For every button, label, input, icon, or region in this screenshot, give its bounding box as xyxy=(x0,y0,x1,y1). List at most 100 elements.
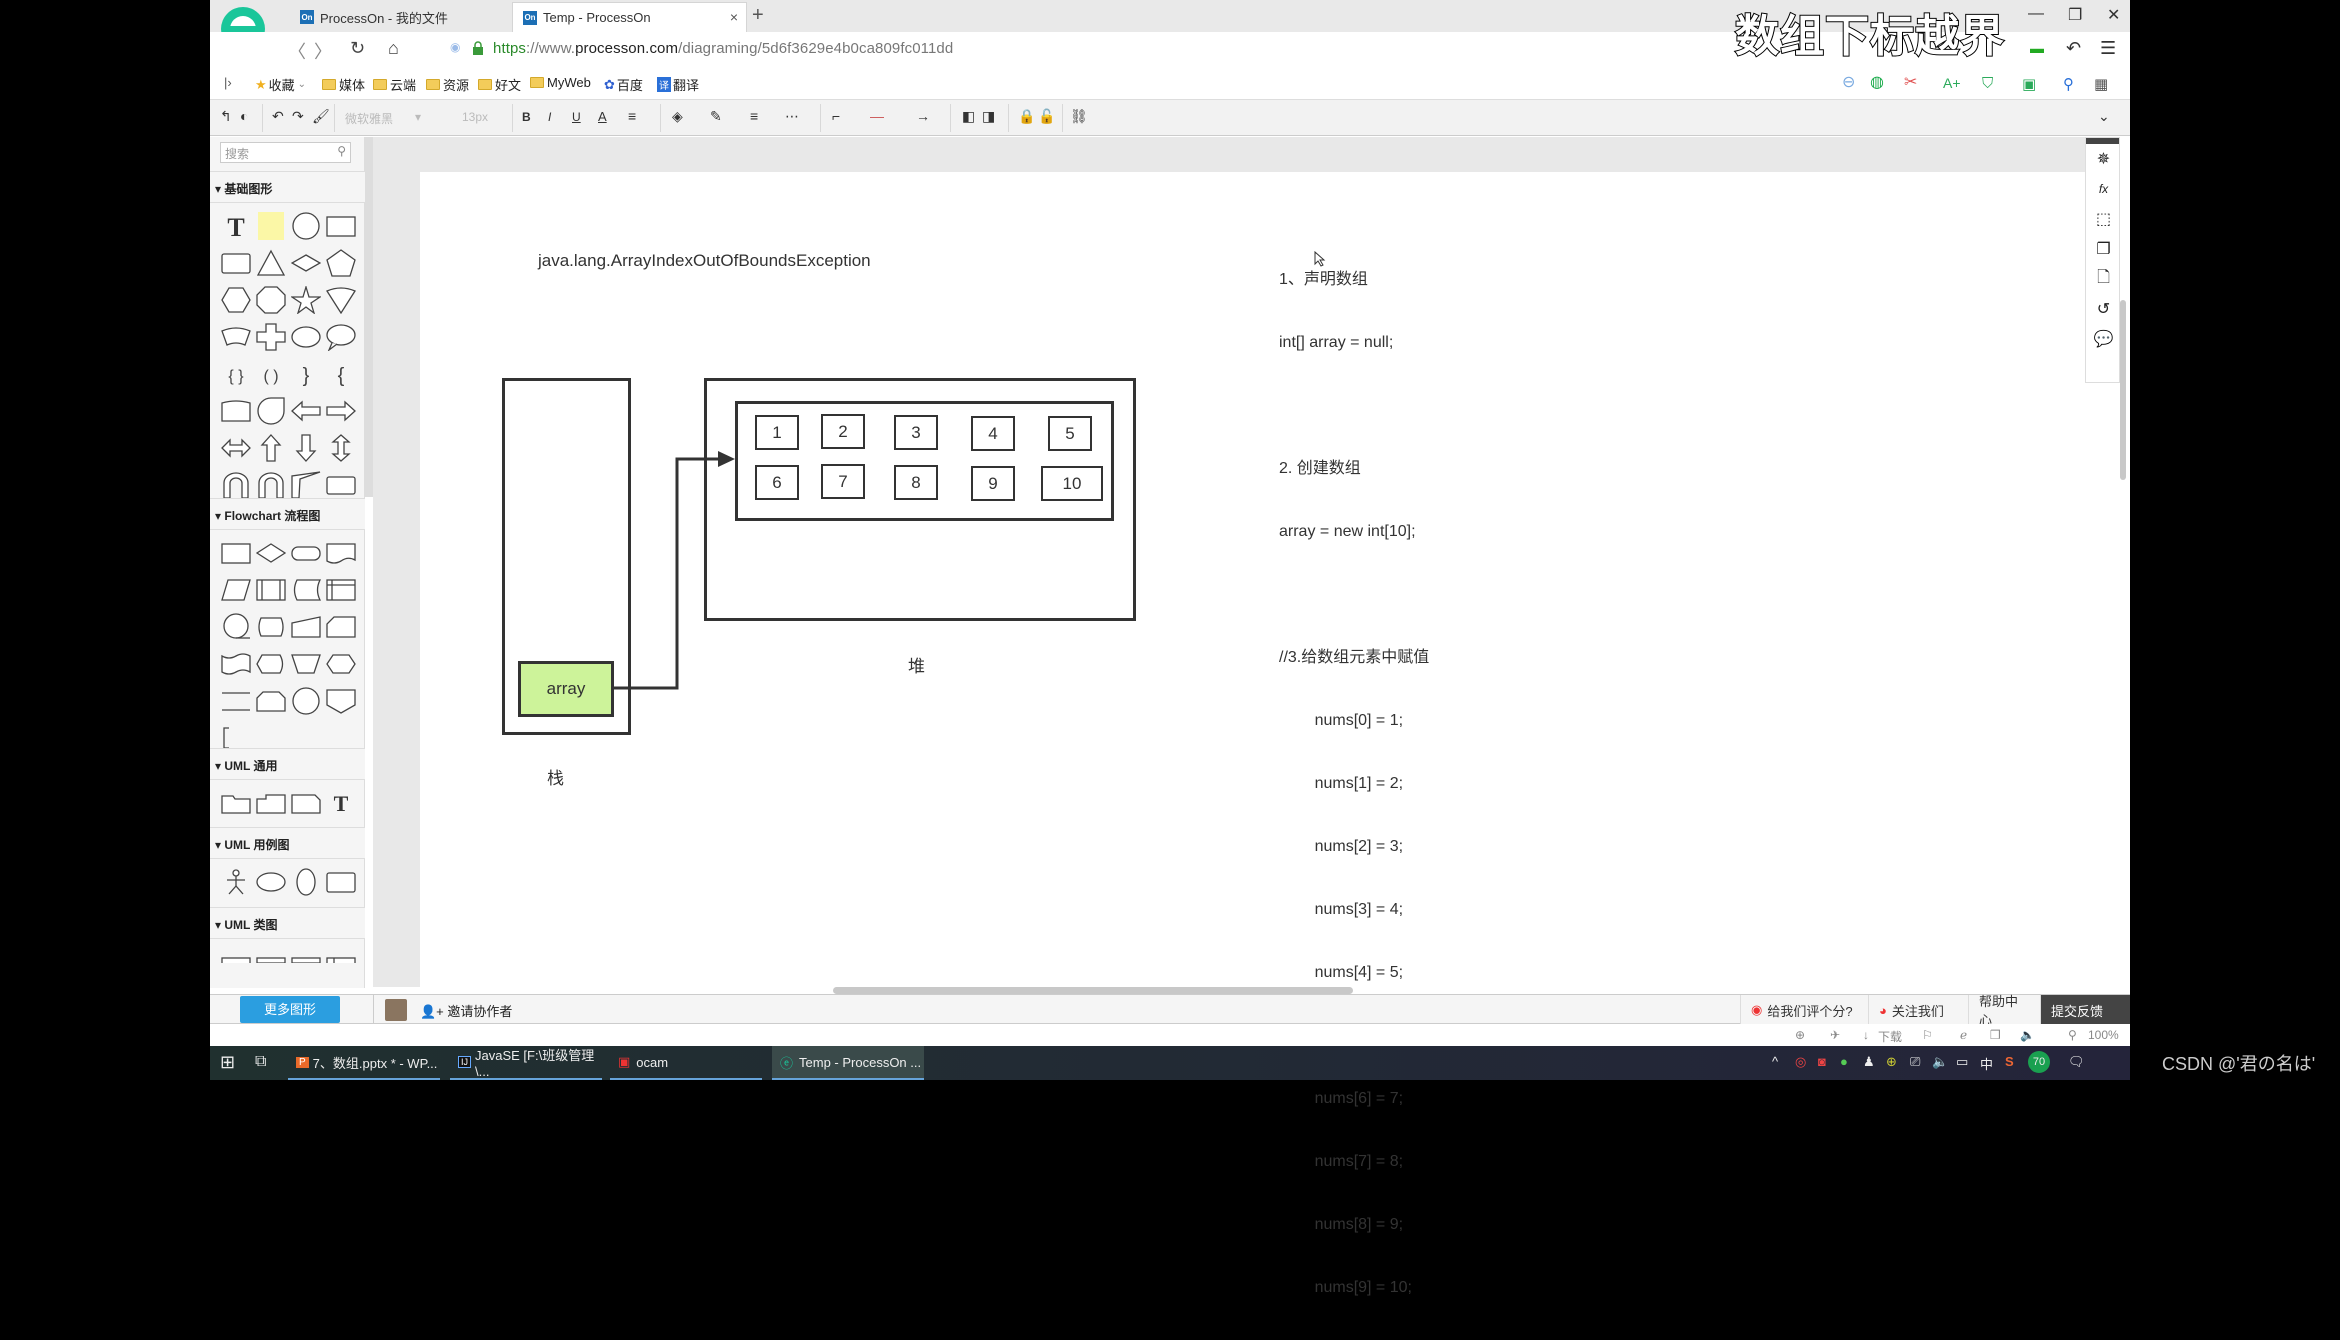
shape-actor[interactable] xyxy=(218,863,253,900)
unlock-icon[interactable]: 🔓 xyxy=(1038,108,1055,125)
shape-loop-limit[interactable] xyxy=(253,682,288,719)
formula-icon[interactable]: fx xyxy=(2086,174,2121,204)
shape-terminator[interactable] xyxy=(288,534,323,571)
shape-right-arrow[interactable] xyxy=(323,392,358,429)
lock-icon[interactable]: 🔒 xyxy=(1018,108,1035,125)
line-start-icon[interactable]: — xyxy=(870,108,884,124)
shape-system-boundary[interactable] xyxy=(323,863,358,900)
shape-cross[interactable] xyxy=(253,318,288,355)
close-window-button[interactable]: ✕ xyxy=(2107,5,2120,25)
category-uml-general[interactable]: ▾ UML 通用 xyxy=(210,748,365,780)
shape-card[interactable] xyxy=(323,608,358,645)
window-icon[interactable]: ❒ xyxy=(1990,1028,2001,1042)
zoom-icon[interactable]: ⚲ xyxy=(2068,1028,2077,1042)
tray-netease-icon[interactable]: ◙ xyxy=(1818,1054,1826,1069)
tray-ime[interactable]: 中 xyxy=(1980,1054,1993,1073)
shape-display[interactable] xyxy=(253,645,288,682)
stack-label[interactable]: 栈 xyxy=(547,764,564,789)
shape-rounded-rect[interactable] xyxy=(218,244,253,281)
category-basic-shapes[interactable]: ▾ 基础图形 xyxy=(210,171,365,203)
shape-data[interactable] xyxy=(218,571,253,608)
bookmark-baidu[interactable]: ✿ 百度 xyxy=(604,75,643,94)
collapse-toolbar-icon[interactable]: ⌄ xyxy=(2098,108,2110,125)
line-width-icon[interactable]: ≡ xyxy=(750,108,758,124)
shape-class-2[interactable] xyxy=(253,943,288,963)
pages-icon[interactable]: ❐ xyxy=(2086,234,2121,264)
shape-text-uml[interactable]: T xyxy=(323,784,358,821)
feedback-button[interactable]: 提交反馈 xyxy=(2040,995,2130,1025)
shape-class[interactable] xyxy=(218,943,253,963)
shape-cloud[interactable] xyxy=(288,318,323,355)
shape-preparation[interactable] xyxy=(323,645,358,682)
shape-connector[interactable] xyxy=(288,682,323,719)
task-view-icon[interactable]: ⧉ xyxy=(255,1053,266,1071)
shape-direct-data[interactable] xyxy=(253,608,288,645)
shape-triangle[interactable] xyxy=(253,244,288,281)
adblock-icon[interactable]: ⊖ xyxy=(1842,72,1855,92)
follow-us-button[interactable]: ◕ 关注我们 xyxy=(1868,995,1968,1025)
shape-up-down-arrow[interactable] xyxy=(323,429,358,466)
shape-note[interactable] xyxy=(253,207,288,244)
shape-curved-banner[interactable] xyxy=(218,318,253,355)
shape-off-page[interactable] xyxy=(323,682,358,719)
shape-interface[interactable] xyxy=(323,943,358,963)
shape-sequential-data[interactable] xyxy=(218,608,253,645)
flag-icon[interactable]: ⚐ xyxy=(1922,1028,1933,1042)
url-field[interactable]: https://www.processon.com/diagraming/5d6… xyxy=(493,40,953,57)
shape-circle[interactable] xyxy=(288,207,323,244)
site-info-icon[interactable]: ◉ xyxy=(450,40,460,54)
download-icon[interactable]: ↓ xyxy=(1863,1028,1869,1042)
shape-class-3[interactable] xyxy=(288,943,323,963)
bring-front-icon[interactable]: ◧ xyxy=(962,108,975,125)
bookmark-favorites[interactable]: ★ 收藏 ⌄ xyxy=(255,75,306,94)
page-size-icon[interactable]: ⬚ xyxy=(2086,204,2121,234)
restore-button[interactable]: ❐ xyxy=(2068,5,2082,25)
font-size-field[interactable]: 13px xyxy=(462,110,488,124)
home-icon[interactable]: ⌂ xyxy=(388,38,399,59)
shape-process[interactable] xyxy=(218,534,253,571)
taskbar-item-browser[interactable]: ⓔ Temp - ProcessOn ... xyxy=(772,1046,924,1080)
close-tab-icon[interactable]: × xyxy=(730,9,738,25)
navigator-icon[interactable]: ✵ xyxy=(2086,144,2121,174)
tray-badge[interactable]: 70 xyxy=(2028,1051,2050,1073)
shape-left-arrow[interactable] xyxy=(288,392,323,429)
underline-button[interactable]: U xyxy=(572,110,581,124)
taskbar-item-intellij[interactable]: IJ JavaSE [F:\班级管理\... xyxy=(450,1046,602,1080)
line-color-icon[interactable]: ✎ xyxy=(710,108,722,125)
sidebar-toggle-icon[interactable]: |› xyxy=(224,75,232,90)
horizontal-scrollbar[interactable] xyxy=(833,987,1353,994)
shape-up-arrow[interactable] xyxy=(253,429,288,466)
bookmark-articles[interactable]: 好文 xyxy=(478,75,521,94)
shape-inverted-triangle[interactable] xyxy=(323,281,358,318)
taskbar-item-ocam[interactable]: ▣ ocam xyxy=(610,1046,762,1080)
shape-tape[interactable] xyxy=(218,392,253,429)
back-arrow-icon[interactable]: ↰ xyxy=(220,108,232,125)
fill-color-icon[interactable]: ◈ xyxy=(672,108,683,125)
line-style-icon[interactable]: ⋯ xyxy=(785,108,799,125)
heap-label[interactable]: 堆 xyxy=(908,652,925,677)
help-center-button[interactable]: 帮助中心 xyxy=(1968,994,2040,1028)
volume-icon[interactable]: 🔈 xyxy=(2020,1028,2035,1042)
bold-button[interactable]: B xyxy=(522,110,531,124)
history-icon[interactable]: ↺ xyxy=(2086,294,2121,324)
bookmark-media[interactable]: 媒体 xyxy=(322,75,365,94)
tray-qq-icon[interactable]: ♟ xyxy=(1863,1054,1875,1070)
category-uml-usecase[interactable]: ▾ UML 用例图 xyxy=(210,827,365,859)
shape-note-uml[interactable] xyxy=(288,784,323,821)
taskbar-item-wps[interactable]: P 7、数组.pptx * - WP... xyxy=(288,1046,440,1080)
link-icon[interactable]: ⛓ xyxy=(1070,108,1088,125)
search-icon[interactable]: ⚲ xyxy=(337,144,346,158)
notification-icon[interactable]: 🗨 xyxy=(2068,1054,2085,1070)
reader-icon[interactable]: ◍ xyxy=(1870,72,1884,92)
shape-package[interactable] xyxy=(218,784,253,821)
bookmark-myweb[interactable]: MyWeb xyxy=(530,75,591,90)
font-color-button[interactable]: A xyxy=(598,109,607,124)
shape-octagon[interactable] xyxy=(253,281,288,318)
minimize-button[interactable]: — xyxy=(2028,5,2044,23)
shape-teardrop[interactable] xyxy=(253,392,288,429)
shape-text[interactable]: T xyxy=(218,207,253,244)
shape-manual-input[interactable] xyxy=(288,608,323,645)
shape-annotation[interactable] xyxy=(218,682,253,719)
tray-volume-icon[interactable]: 🔈 xyxy=(1932,1054,1948,1070)
shape-down-arrow[interactable] xyxy=(288,429,323,466)
